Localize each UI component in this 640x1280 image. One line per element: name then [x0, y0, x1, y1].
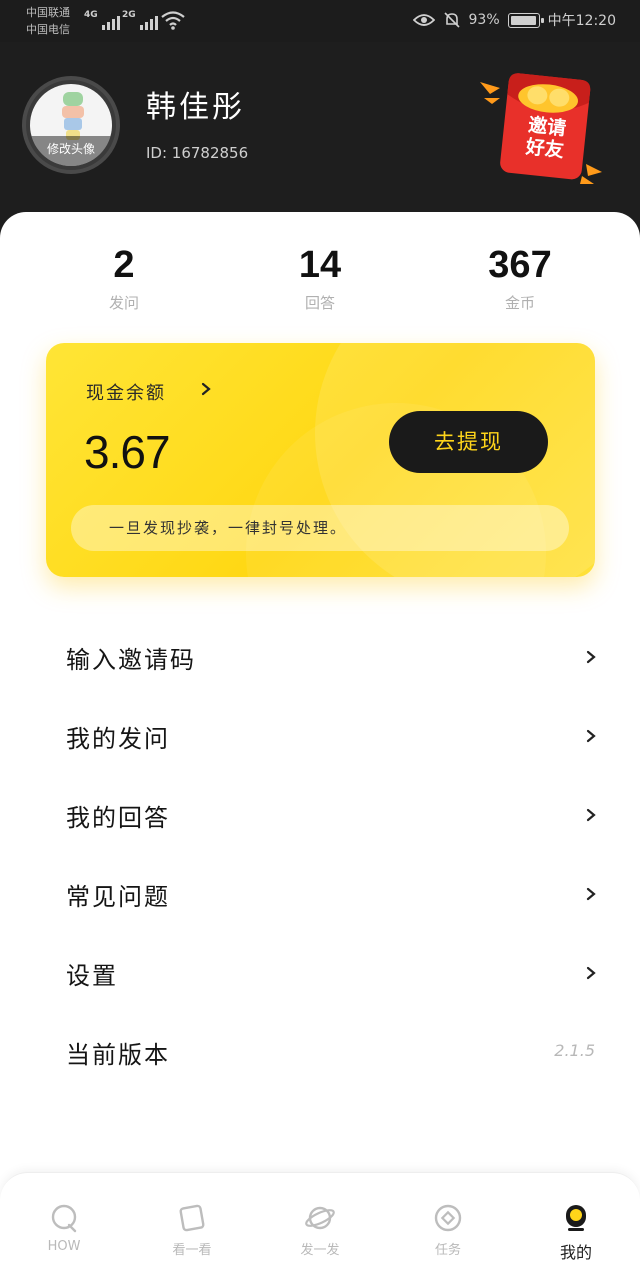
- tab-how[interactable]: HOW: [14, 1203, 114, 1254]
- version-value: 2.1.5: [554, 1041, 595, 1060]
- menu-item-label: 我的回答: [66, 804, 170, 832]
- eye-icon: [412, 14, 435, 26]
- signal-icon: 4G: [84, 10, 120, 30]
- stat-value: 367: [488, 244, 552, 286]
- plagiarism-notice: 一旦发现抄袭，一律封号处理。: [71, 505, 569, 551]
- stat-questions[interactable]: 2 发问: [24, 242, 224, 313]
- tab-label: 任务: [434, 1243, 461, 1258]
- avatar[interactable]: 修改头像: [22, 76, 120, 174]
- avatar-edit-label: 修改头像: [30, 136, 112, 166]
- main-panel: 2 发问 14 回答 367 金币 现金余额 3.67 去提现 一旦发现抄袭，一…: [0, 212, 640, 1280]
- stat-value: 14: [298, 244, 342, 286]
- user-id: ID: 16782856: [146, 144, 249, 162]
- stat-label: 金币: [504, 294, 535, 312]
- avatar-figure-icon: [62, 92, 84, 140]
- signal-icon: 2G: [122, 10, 158, 30]
- chevron-right-icon: [586, 729, 596, 743]
- chevron-right-icon: [586, 808, 596, 822]
- tab-label: 看一看: [172, 1243, 212, 1258]
- status-bar: 中国联通 中国电信 4G 2G 93% 中午12:20: [0, 0, 640, 42]
- menu-item-settings[interactable]: 设置: [0, 934, 640, 1013]
- status-right: 93% 中午12:20: [412, 10, 616, 30]
- stat-label: 回答: [304, 294, 335, 312]
- bottom-tab-bar: HOW 看一看 发一发 任务 我的: [0, 1172, 640, 1280]
- tab-post[interactable]: 发一发: [270, 1203, 370, 1258]
- menu-item-my-answers[interactable]: 我的回答: [0, 776, 640, 855]
- menu-item-label: 输入邀请码: [66, 646, 196, 674]
- tab-label: HOW: [47, 1239, 81, 1254]
- chevron-right-icon[interactable]: [198, 381, 214, 397]
- carrier-info: 中国联通 中国电信: [26, 4, 70, 38]
- clock: 中午12:20: [547, 13, 616, 29]
- card-icon: [179, 1204, 205, 1232]
- menu-item-invite-code[interactable]: 输入邀请码: [0, 618, 640, 697]
- menu-item-label: 当前版本: [66, 1041, 170, 1069]
- menu-item-label: 设置: [66, 962, 118, 990]
- stat-label: 发问: [108, 294, 139, 312]
- stat-answers[interactable]: 14 回答: [220, 242, 420, 313]
- invite-friends-button[interactable]: 邀请好友: [478, 68, 606, 188]
- menu-item-version: 当前版本 2.1.5: [0, 1013, 640, 1092]
- menu-item-label: 常见问题: [66, 883, 170, 911]
- withdraw-button[interactable]: 去提现: [389, 411, 548, 473]
- tab-tasks[interactable]: 任务: [398, 1203, 498, 1258]
- coin-icon: [434, 1204, 462, 1232]
- invite-friends-label: 邀请好友: [524, 114, 568, 162]
- menu-item-my-questions[interactable]: 我的发问: [0, 697, 640, 776]
- username: 韩佳彤: [146, 90, 245, 125]
- stat-value: 2: [113, 244, 135, 286]
- battery-icon: [507, 12, 544, 28]
- chevron-right-icon: [586, 966, 596, 980]
- profile-icon: [566, 1205, 586, 1231]
- planet-icon: [305, 1206, 335, 1230]
- cash-balance-value: 3.67: [84, 426, 171, 478]
- tab-label: 发一发: [300, 1243, 340, 1258]
- menu-item-faq[interactable]: 常见问题: [0, 855, 640, 934]
- carrier-2: 中国电信: [26, 23, 70, 36]
- wifi-icon: [161, 11, 185, 30]
- menu-item-label: 我的发问: [66, 725, 170, 753]
- mute-bell-icon: [443, 12, 460, 28]
- tab-look[interactable]: 看一看: [142, 1203, 242, 1258]
- profile-header: 修改头像 韩佳彤 ID: 16782856 邀请好友: [0, 42, 640, 232]
- battery-percent: 93%: [468, 12, 500, 28]
- tab-mine[interactable]: 我的: [526, 1203, 626, 1263]
- chevron-right-icon: [586, 650, 596, 664]
- chevron-right-icon: [586, 887, 596, 901]
- speech-bubble-icon: [51, 1204, 77, 1233]
- tab-label: 我的: [559, 1243, 592, 1262]
- cash-balance-card: 现金余额 3.67 去提现 一旦发现抄袭，一律封号处理。: [46, 343, 595, 577]
- stat-coins[interactable]: 367 金币: [420, 242, 620, 313]
- settings-menu: 输入邀请码 我的发问 我的回答 常见问题 设置 当前版本 2.1.5: [0, 618, 640, 1092]
- carrier-1: 中国联通: [26, 6, 70, 19]
- avatar-image: 修改头像: [30, 84, 112, 166]
- stats-row: 2 发问 14 回答 367 金币: [0, 242, 640, 313]
- cash-balance-title[interactable]: 现金余额: [86, 379, 166, 405]
